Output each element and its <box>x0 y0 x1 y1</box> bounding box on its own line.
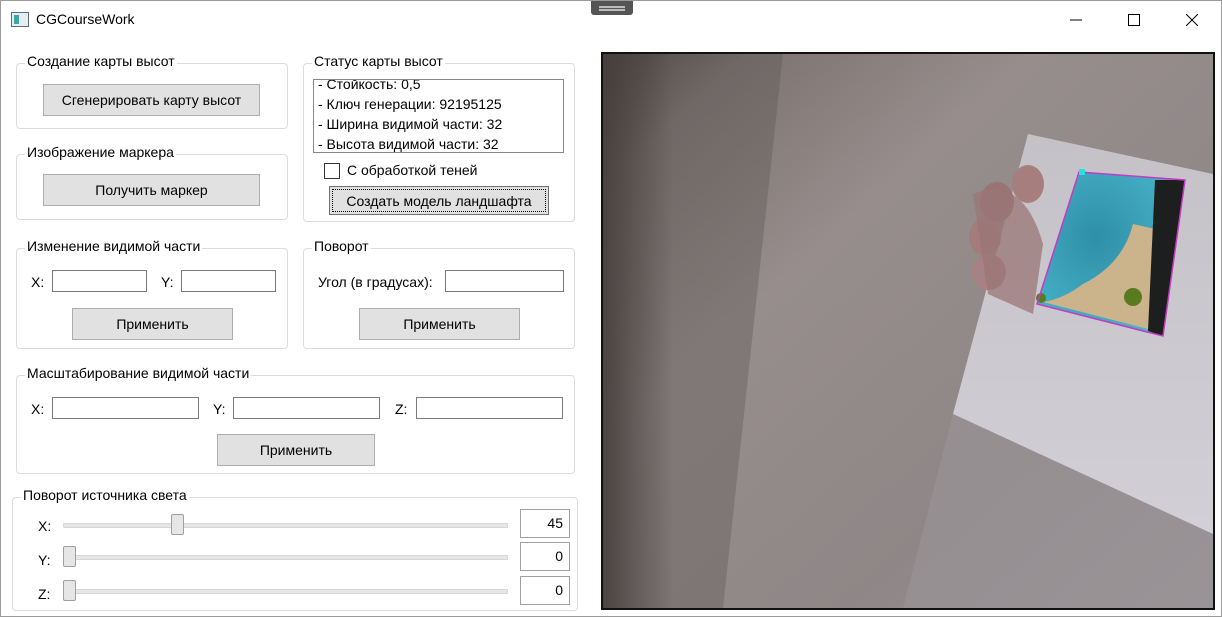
window-title: CGCourseWork <box>36 11 135 27</box>
close-button[interactable] <box>1163 1 1221 39</box>
status-listbox[interactable]: - Стойкость: 0,5 - Ключ генерации: 92195… <box>313 79 564 153</box>
scale-x-input[interactable] <box>52 397 199 419</box>
group-title: Изменение видимой части <box>25 238 203 254</box>
close-icon <box>1186 14 1198 26</box>
light-z-label: Z: <box>38 586 51 602</box>
heightmap-create-group: Создание карты высот Сгенерировать карту… <box>16 53 288 129</box>
light-x-value[interactable]: 45 <box>520 509 570 538</box>
x-label: X: <box>31 401 45 417</box>
light-y-value[interactable]: 0 <box>520 542 570 571</box>
rotation-angle-input[interactable] <box>445 270 564 292</box>
light-y-slider-thumb[interactable] <box>63 546 76 567</box>
status-lines: - Стойкость: 0,5 - Ключ генерации: 92195… <box>318 79 503 152</box>
create-landscape-model-button[interactable]: Создать модель ландшафта <box>329 186 549 215</box>
app-window: CGCourseWork Создание карты высот Сгенер… <box>0 0 1222 617</box>
group-title: Поворот <box>312 238 371 254</box>
light-x-slider[interactable] <box>63 523 508 528</box>
minimize-icon <box>1070 19 1082 21</box>
apply-rotation-button[interactable]: Применить <box>359 308 520 340</box>
get-marker-button[interactable]: Получить маркер <box>43 174 260 206</box>
maximize-button[interactable] <box>1105 1 1163 39</box>
light-z-value[interactable]: 0 <box>520 576 570 605</box>
shadows-checkbox[interactable] <box>324 163 340 179</box>
light-z-slider[interactable] <box>63 589 508 594</box>
angle-label: Угол (в градусах): <box>318 274 433 290</box>
snap-grip-icon[interactable] <box>591 1 633 15</box>
group-title: Масштабирование видимой части <box>25 365 252 381</box>
camera-feed-icon <box>603 54 1213 608</box>
group-title: Статус карты высот <box>312 53 445 69</box>
z-label: Z: <box>395 401 408 417</box>
x-label: X: <box>31 274 45 290</box>
shadows-checkbox-label[interactable]: С обработкой теней <box>347 162 477 178</box>
light-rotation-group: Поворот источника света X: 45 Y: 0 Z: 0 <box>12 487 578 611</box>
light-x-label: X: <box>38 518 52 534</box>
generate-heightmap-button[interactable]: Сгенерировать карту высот <box>43 84 260 116</box>
status-line: - Ключ генерации: 92195125 <box>318 96 502 112</box>
scale-z-input[interactable] <box>416 397 563 419</box>
title-bar[interactable]: CGCourseWork <box>1 1 1221 39</box>
status-line: - Высота видимой части: 32 <box>318 136 499 152</box>
rotation-group: Поворот Угол (в градусах): Применить <box>303 238 575 349</box>
light-z-slider-thumb[interactable] <box>63 580 76 601</box>
group-title: Изображение маркера <box>25 144 176 160</box>
minimize-button[interactable] <box>1047 1 1105 39</box>
y-label: Y: <box>213 401 226 417</box>
y-label: Y: <box>161 274 174 290</box>
camera-viewport[interactable] <box>601 52 1215 610</box>
apply-visible-part-button[interactable]: Применить <box>72 308 233 340</box>
group-title: Создание карты высот <box>25 53 177 69</box>
light-y-slider[interactable] <box>63 555 508 560</box>
status-line: - Стойкость: 0,5 <box>318 79 421 92</box>
visible-y-input[interactable] <box>181 270 276 292</box>
heightmap-status-group: Статус карты высот - Стойкость: 0,5 - Кл… <box>303 53 575 222</box>
group-title: Поворот источника света <box>21 487 189 503</box>
app-icon <box>11 12 29 27</box>
scaling-group: Масштабирование видимой части X: Y: Z: П… <box>16 365 575 474</box>
scale-y-input[interactable] <box>233 397 380 419</box>
status-line: - Ширина видимой части: 32 <box>318 116 503 132</box>
apply-scaling-button[interactable]: Применить <box>217 434 375 466</box>
marker-group: Изображение маркера Получить маркер <box>16 144 288 220</box>
maximize-icon <box>1128 14 1140 26</box>
light-y-label: Y: <box>38 552 51 568</box>
visible-part-group: Изменение видимой части X: Y: Применить <box>16 238 288 349</box>
light-x-slider-thumb[interactable] <box>171 514 184 535</box>
visible-x-input[interactable] <box>52 270 147 292</box>
